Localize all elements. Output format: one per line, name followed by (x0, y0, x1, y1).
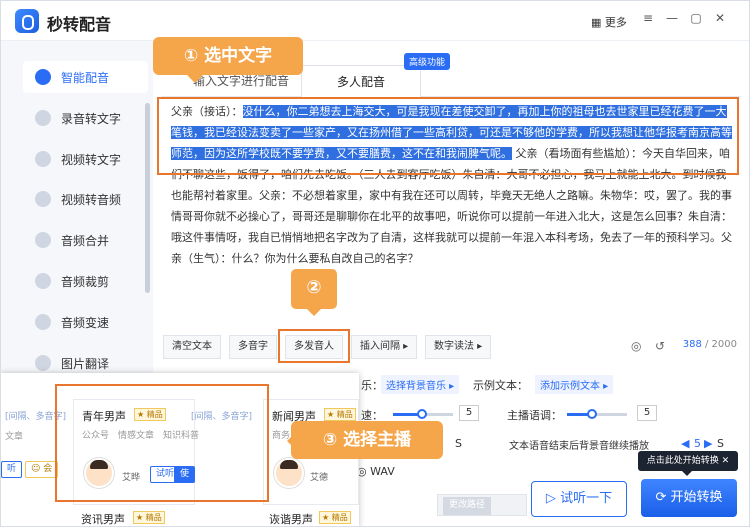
sample-select[interactable]: 添加示例文本 ▸ (535, 375, 614, 394)
sidebar-item-video-to-audio[interactable]: 视频转音频 (23, 183, 148, 215)
more-menu[interactable]: ▦ 更多 (591, 14, 627, 30)
editor-toolbar: 清空文本 多音字 多发音人 插入间隔 ▸ 数字读法 ▸ ◎ ↺ 388 / 20… (163, 335, 745, 361)
highlight-box-text (157, 97, 739, 175)
try-listen-button[interactable]: ▷ 试听一下 (531, 481, 627, 517)
premium-badge: ★ 精品 (319, 511, 351, 524)
sidebar-item-smart-dubbing[interactable]: 智能配音 (23, 61, 148, 93)
vip-label: 会 (43, 464, 53, 474)
tone-label: 主播语调： (507, 409, 562, 422)
step1-callout: ① 选中文字 (153, 37, 303, 83)
polyphone-button[interactable]: 多音字 (229, 335, 277, 359)
mic-icon (35, 69, 51, 85)
sidebar-label: 视频转音频 (61, 192, 122, 207)
char-count-value: 388 (682, 339, 702, 350)
s-unit-2: S (717, 437, 724, 450)
vip-icon: ☺ (31, 464, 44, 474)
close-icon[interactable]: ✕ (713, 11, 727, 25)
convert-icon: ⟳ (655, 490, 671, 505)
partial-vip-badge: ☺ 会 (25, 461, 59, 478)
sidebar-label: 音频合并 (61, 233, 110, 248)
sidebar-item-audio-speed[interactable]: 音频变速 (23, 306, 148, 338)
sidebar-label: 录音转文字 (61, 111, 122, 126)
voice-person: 艾德 (310, 473, 329, 483)
premium-badge: ★ 精品 (133, 511, 165, 524)
char-count: 388 / 2000 (683, 339, 737, 350)
voice-avatar (274, 458, 304, 488)
voice-name-info-male[interactable]: 资讯男声 (81, 511, 125, 526)
partial-cat-left: 文章 (5, 432, 24, 442)
voice-name-humor-male[interactable]: 诙谐男声 (269, 511, 313, 526)
start-label: 开始转换 (670, 490, 723, 505)
app-window: 秒转配音 ▦ 更多 ≡ — ▢ ✕ 智能配音 录音转文字 视频转文字 视频转音频… (0, 0, 750, 527)
tooltip-text: 点击此处开始转换 (646, 456, 719, 466)
more-label: 更多 (604, 16, 627, 29)
sidebar-item-video-to-text[interactable]: 视频转文字 (23, 143, 148, 175)
speed-value[interactable]: 5 (459, 405, 479, 421)
bgm-select[interactable]: 选择背景音乐 ▸ (381, 375, 460, 394)
sidebar-label: 图片翻译 (61, 356, 110, 371)
speed-icon (35, 314, 51, 330)
audio-text-icon (35, 110, 51, 126)
bg-continue-value[interactable]: 5 (694, 437, 701, 450)
partial-listen-button[interactable]: 听 (1, 461, 23, 478)
step2-callout: ② (291, 269, 337, 316)
undo-icon[interactable]: ↺ (655, 339, 665, 353)
sidebar-scrollbar[interactable] (145, 103, 150, 293)
sidebar-item-audio-merge[interactable]: 音频合并 (23, 224, 148, 256)
merge-icon (35, 232, 51, 248)
change-path-button[interactable]: 更改路径 (443, 497, 492, 515)
sidebar-label: 视频转文字 (61, 152, 122, 167)
title-bar: 秒转配音 ▦ 更多 ≡ — ▢ ✕ (1, 1, 749, 41)
try-label: 试听一下 (560, 491, 613, 506)
format-label: WAV (370, 465, 395, 478)
sidebar-label: 音频裁剪 (61, 274, 110, 289)
start-convert-button[interactable]: ⟳ 开始转换 (641, 479, 737, 517)
insert-pause-button[interactable]: 插入间隔 ▸ (351, 335, 418, 359)
cut-icon (35, 273, 51, 289)
s-unit-1: S (455, 437, 462, 450)
minimize-icon[interactable]: — (665, 11, 679, 25)
step3-callout: ③ 选择主播 (287, 421, 443, 459)
highlight-box-multi-speaker (278, 329, 350, 363)
maximize-icon[interactable]: ▢ (689, 11, 703, 25)
premium-badge: ★ 精品 (324, 408, 356, 421)
tone-value[interactable]: 5 (637, 405, 657, 421)
play-circle-icon: ▷ (545, 491, 561, 506)
sidebar: 智能配音 录音转文字 视频转文字 视频转音频 音频合并 音频裁剪 音频变速 图片… (1, 41, 153, 376)
bg-decrease-icon[interactable]: ◀ (681, 437, 689, 450)
highlight-box-voice (55, 384, 269, 502)
bg-continue-label: 文本语音结束后背景音继续播放 (509, 441, 649, 452)
sidebar-label: 音频变速 (61, 315, 110, 330)
menu-icon[interactable]: ≡ (641, 11, 655, 25)
tone-slider-knob[interactable] (587, 409, 597, 419)
sidebar-item-audio-cut[interactable]: 音频裁剪 (23, 265, 148, 297)
app-name: 秒转配音 (47, 15, 112, 34)
bgm-label: 乐： (361, 379, 383, 392)
app-logo (15, 9, 39, 33)
format-wav-radio[interactable]: ◎ WAV (357, 465, 395, 478)
clear-text-button[interactable]: 清空文本 (163, 335, 221, 359)
sidebar-item-audio-to-text[interactable]: 录音转文字 (23, 102, 148, 134)
sample-label: 示例文本： (473, 379, 528, 392)
video-audio-icon (35, 191, 51, 207)
bg-increase-icon[interactable]: ▶ (704, 437, 712, 450)
play-icon[interactable]: ◎ (631, 339, 641, 353)
video-text-icon (35, 151, 51, 167)
sidebar-label: 智能配音 (61, 70, 110, 85)
image-icon (35, 355, 51, 371)
number-reading-button[interactable]: 数字读法 ▸ (425, 335, 492, 359)
advanced-badge: 高级功能 (404, 53, 451, 70)
char-count-total: / 2000 (701, 339, 737, 350)
tab-multi-dubbing[interactable]: 多人配音 (301, 65, 421, 97)
speed-slider-knob[interactable] (417, 409, 427, 419)
start-tooltip: 点击此处开始转换 ✕ (638, 451, 738, 476)
